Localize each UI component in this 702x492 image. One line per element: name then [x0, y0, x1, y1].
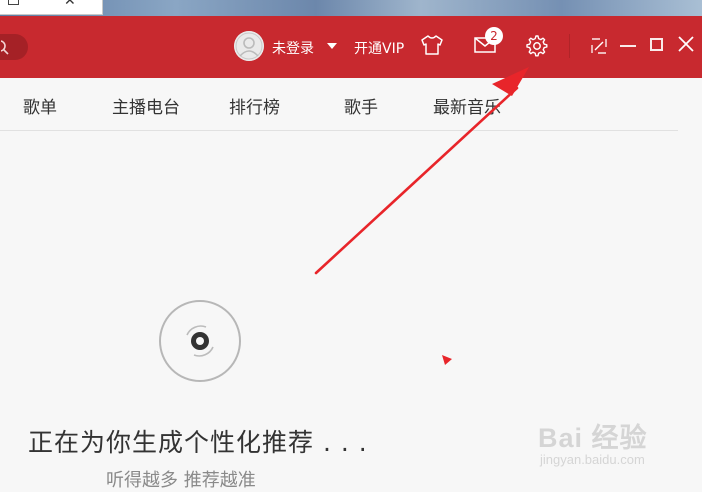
- mail-count-badge: 2: [485, 27, 503, 45]
- recommendation-hint: 听得越多 推荐越准: [106, 470, 256, 491]
- disc-icon: [159, 300, 241, 382]
- close-icon[interactable]: [678, 36, 694, 52]
- title-bar: 未登录 开通VIP 2: [0, 16, 702, 78]
- tab-new-music[interactable]: 最新音乐: [433, 93, 501, 118]
- watermark-title: Bai 经验: [538, 423, 648, 453]
- discover-tabs: 歌单 主播电台 排行榜 歌手 最新音乐: [0, 78, 678, 131]
- recommendation-status: 正在为你生成个性化推荐 . . .: [28, 428, 368, 457]
- skin-icon[interactable]: [421, 35, 443, 55]
- background-window: ✕: [0, 0, 103, 15]
- background-window-maximize-icon[interactable]: [8, 0, 19, 5]
- open-vip-link[interactable]: 开通VIP: [354, 38, 404, 58]
- tab-radio[interactable]: 主播电台: [112, 93, 180, 118]
- tab-charts[interactable]: 排行榜: [229, 93, 280, 118]
- baidu-jingyan-watermark: Bai 经验 jingyan.baidu.com: [534, 408, 699, 476]
- dropdown-arrow-icon[interactable]: [327, 43, 337, 49]
- avatar-icon: [234, 31, 264, 61]
- search-box[interactable]: [0, 34, 28, 60]
- settings-icon[interactable]: [526, 35, 548, 57]
- desktop-background: [0, 0, 702, 16]
- maximize-icon[interactable]: [650, 38, 663, 51]
- pointer-marker: [442, 355, 452, 365]
- tab-playlists[interactable]: 歌单: [23, 93, 57, 118]
- watermark-url: jingyan.baidu.com: [540, 452, 645, 467]
- avatar[interactable]: [234, 31, 264, 61]
- search-icon: [1, 40, 9, 55]
- disc-center-icon: [186, 325, 214, 357]
- background-window-close-icon[interactable]: ✕: [64, 0, 76, 9]
- mini-mode-icon[interactable]: [591, 38, 607, 54]
- tab-artists[interactable]: 歌手: [344, 93, 378, 118]
- login-link[interactable]: 未登录: [272, 38, 314, 58]
- minimize-icon[interactable]: [620, 45, 636, 47]
- titlebar-divider: [569, 34, 570, 58]
